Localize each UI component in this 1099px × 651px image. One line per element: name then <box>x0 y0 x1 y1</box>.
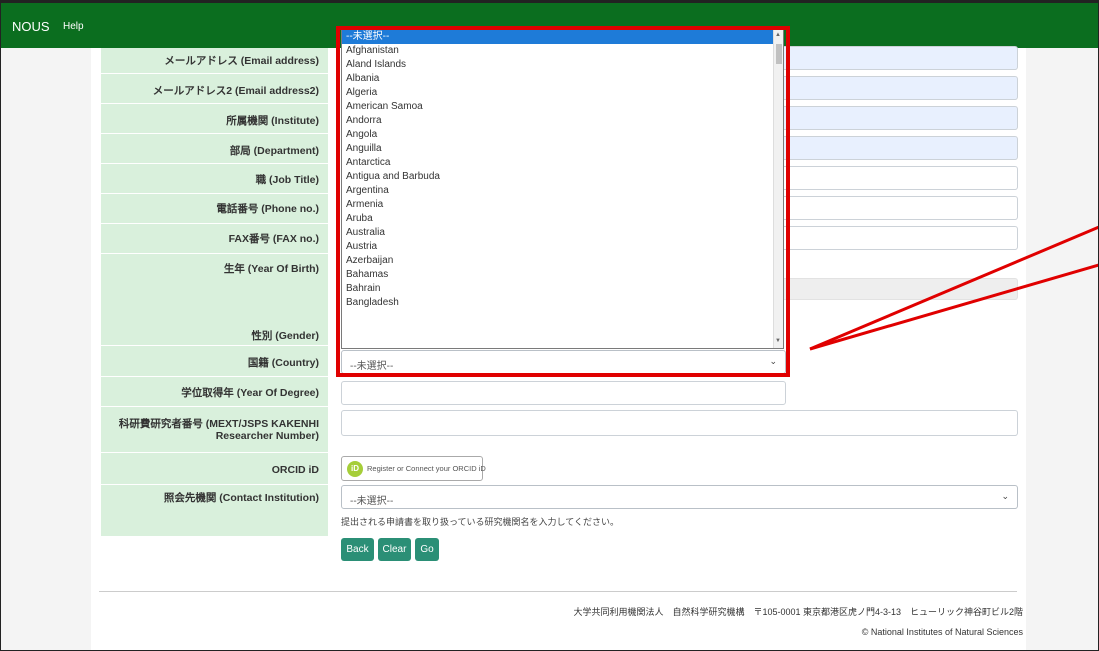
window-frame <box>0 0 1099 651</box>
